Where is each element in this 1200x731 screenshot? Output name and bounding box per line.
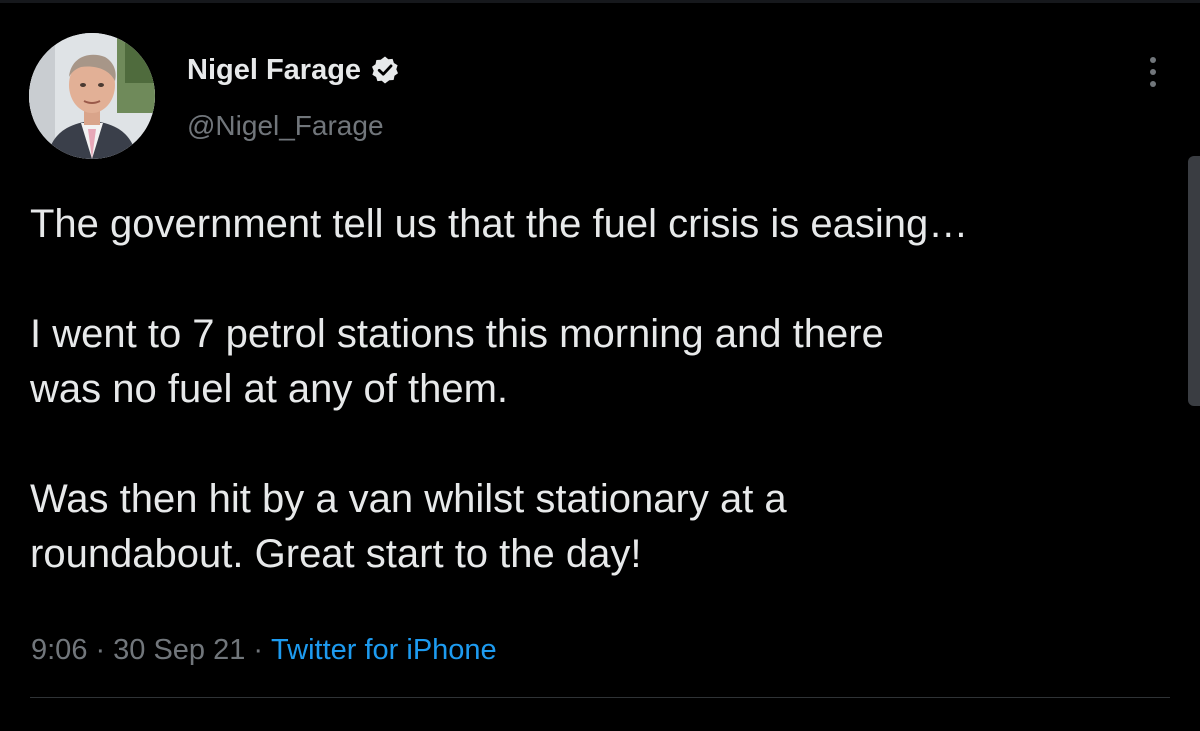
meta-separator: ·: [95, 634, 106, 666]
tweet-line: was no fuel at any of them.: [30, 367, 509, 411]
top-divider: [0, 0, 1200, 3]
tweet-line: roundabout. Great start to the day!: [30, 532, 642, 576]
tweet-text: The government tell us that the fuel cri…: [30, 197, 1170, 582]
tweet-meta: 9:06 · 30 Sep 21 · Twitter for iPhone: [31, 630, 497, 670]
tweet-source-link[interactable]: Twitter for iPhone: [271, 634, 497, 666]
tweet-line: I went to 7 petrol stations this morning…: [30, 312, 884, 356]
tweet-paragraph-2: I went to 7 petrol stations this morning…: [30, 307, 1170, 417]
tweet-line: Was then hit by a van whilst stationary …: [30, 477, 787, 521]
more-vertical-icon: [1150, 57, 1156, 87]
author-handle[interactable]: @Nigel_Farage: [187, 108, 384, 144]
verified-badge-icon: [370, 55, 400, 85]
tweet-line: The government tell us that the fuel cri…: [30, 202, 969, 246]
tweet-paragraph-3: Was then hit by a van whilst stationary …: [30, 472, 1170, 582]
scrollbar-thumb[interactable]: [1188, 156, 1200, 406]
tweet-time[interactable]: 9:06: [31, 634, 87, 666]
bottom-divider: [30, 697, 1170, 698]
tweet-date[interactable]: 30 Sep 21: [113, 634, 245, 666]
tweet-paragraph-1: The government tell us that the fuel cri…: [30, 197, 1170, 252]
author-name-text[interactable]: Nigel Farage: [187, 52, 361, 88]
meta-separator: ·: [253, 634, 264, 666]
more-options-button[interactable]: [1138, 50, 1168, 94]
author-avatar[interactable]: [29, 33, 155, 159]
avatar-photo: [29, 33, 155, 159]
author-name[interactable]: Nigel Farage: [187, 52, 400, 88]
